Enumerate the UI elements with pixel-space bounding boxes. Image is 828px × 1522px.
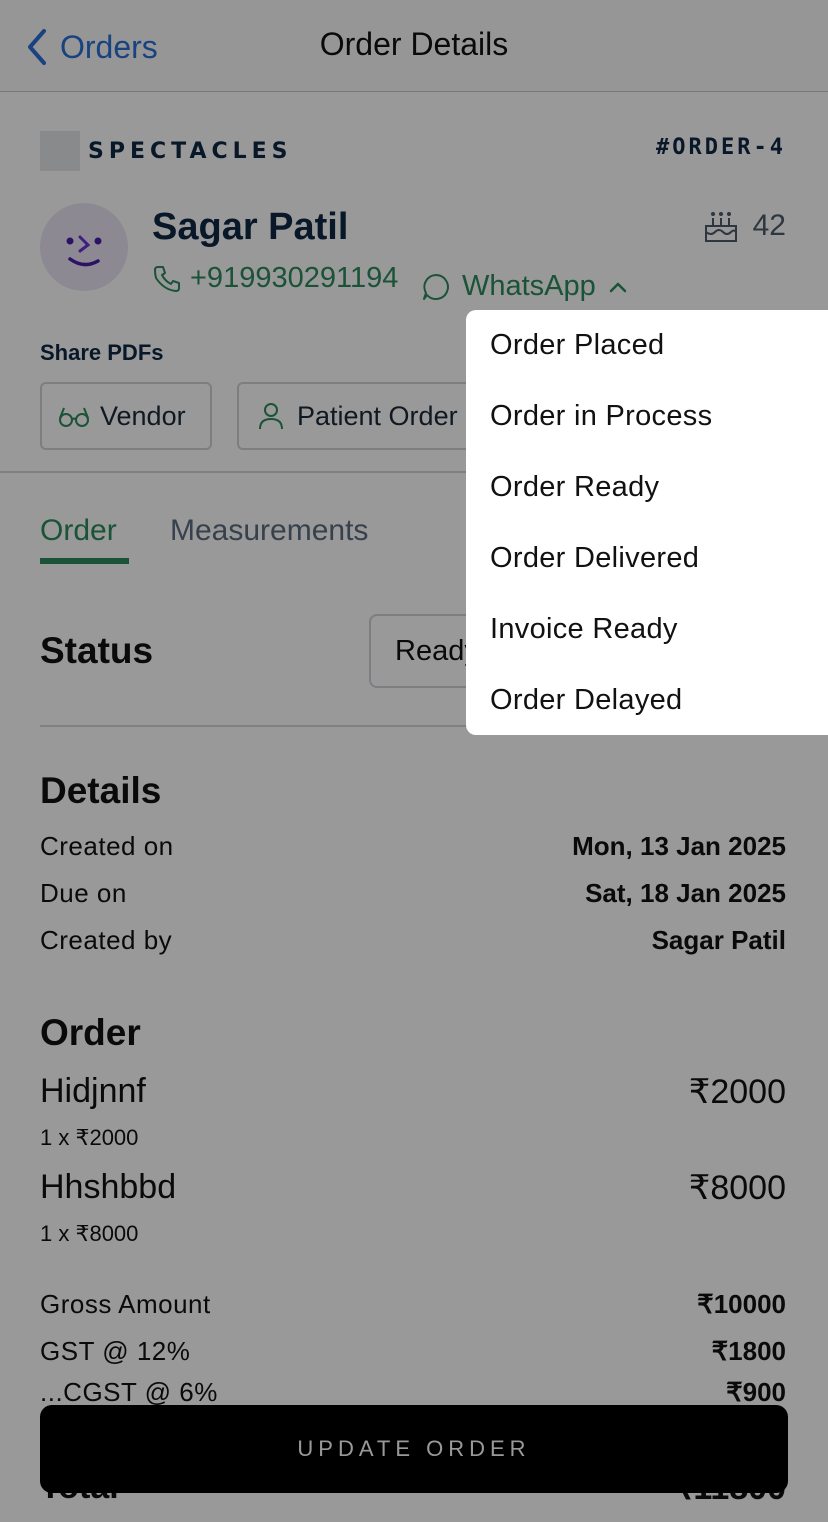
menu-item-order-ready[interactable]: Order Ready xyxy=(466,452,828,523)
menu-item-order-delayed[interactable]: Order Delayed xyxy=(466,665,828,736)
menu-item-invoice-ready[interactable]: Invoice Ready xyxy=(466,594,828,665)
menu-item-order-placed[interactable]: Order Placed xyxy=(466,310,828,381)
menu-item-order-in-process[interactable]: Order in Process xyxy=(466,381,828,452)
menu-backdrop[interactable] xyxy=(0,0,828,1522)
menu-item-order-delivered[interactable]: Order Delivered xyxy=(466,523,828,594)
status-dropdown-menu: Order Placed Order in Process Order Read… xyxy=(466,310,828,735)
